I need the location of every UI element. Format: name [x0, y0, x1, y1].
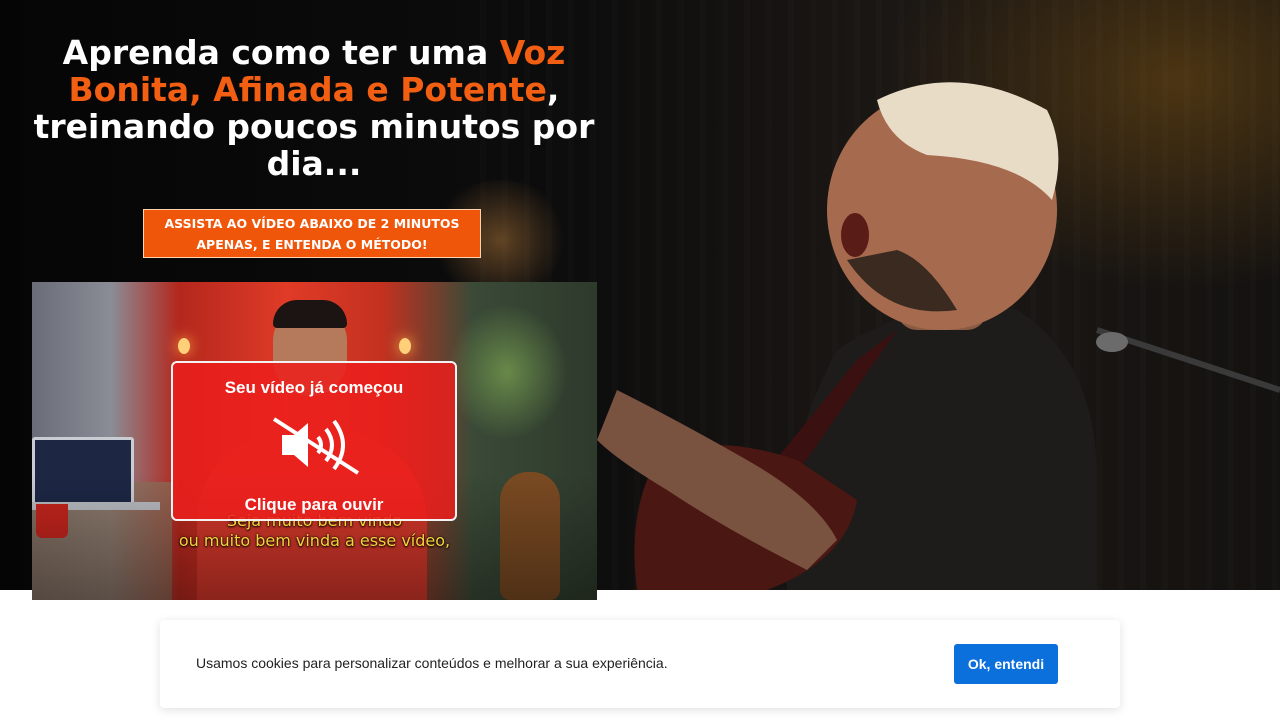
headline: Aprenda como ter uma Voz Bonita, Afinada… — [14, 34, 614, 182]
watch-video-banner: ASSISTA AO VÍDEO ABAIXO DE 2 MINUTOS APE… — [143, 209, 481, 258]
cookie-banner: Usamos cookies para personalizar conteúd… — [160, 620, 1120, 708]
singer-photo — [597, 82, 1280, 590]
banner-line2: APENAS, E ENTENDA O MÉTODO! — [196, 237, 428, 252]
muted-speaker-icon — [272, 417, 360, 475]
cookie-message: Usamos cookies para personalizar conteúd… — [196, 655, 668, 671]
video-caption-line2: ou muito bem vinda a esse vídeo, — [178, 531, 451, 550]
headline-part1: Aprenda como ter uma — [62, 33, 500, 72]
unmute-title: Seu vídeo já começou — [224, 378, 404, 397]
cookie-accept-button[interactable]: Ok, entendi — [954, 644, 1058, 684]
unmute-cta: Clique para ouvir — [244, 495, 384, 514]
unmute-overlay-button[interactable]: Seu vídeo já começou Clique para ouvir — [171, 361, 457, 521]
banner-line1: ASSISTA AO VÍDEO ABAIXO DE 2 MINUTOS — [164, 216, 460, 231]
